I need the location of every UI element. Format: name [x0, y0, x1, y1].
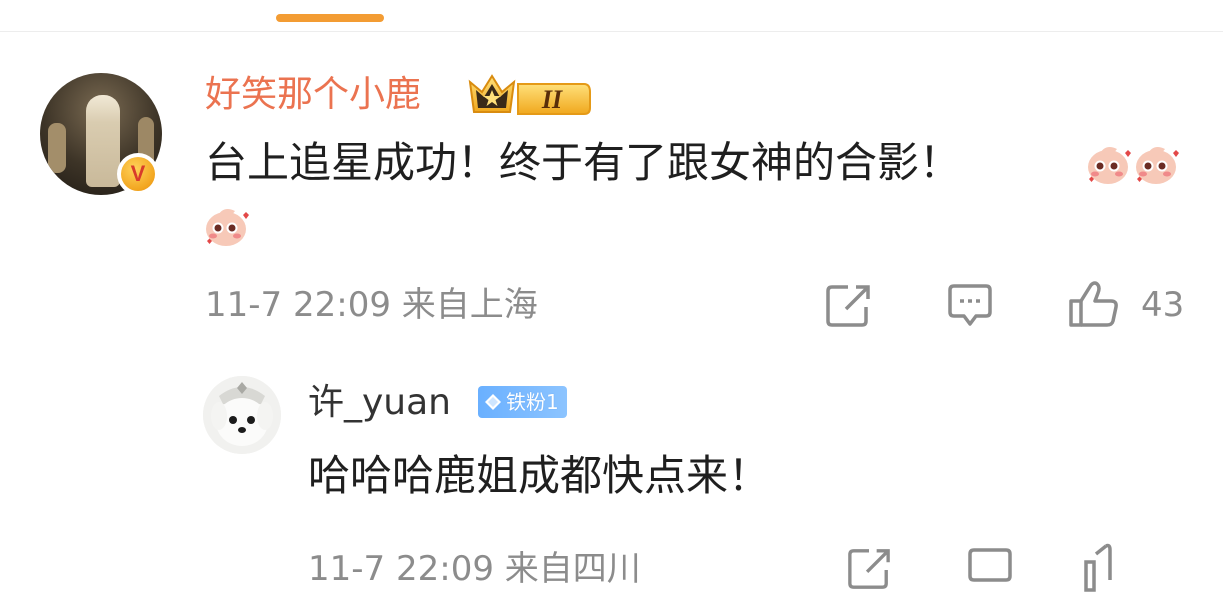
comment-username[interactable]: 好笑那个小鹿: [205, 73, 421, 117]
divider: [0, 31, 1223, 32]
cropped-actions-area: [960, 542, 1223, 597]
comment-icon[interactable]: [946, 282, 994, 328]
crown-level-badge-icon: II: [468, 74, 591, 115]
blush-emoji-icon: [1088, 147, 1131, 184]
active-tab-indicator: [276, 14, 384, 22]
share-icon[interactable]: [824, 283, 872, 329]
dog-avatar-icon: [203, 376, 281, 454]
like-count: 43: [1141, 285, 1185, 325]
fan-badge-label: 铁粉1: [506, 390, 559, 414]
badge-level-text: II: [541, 85, 563, 114]
blush-emoji-icon: [206, 209, 249, 246]
share-icon[interactable]: [846, 547, 892, 591]
diamond-icon: [485, 394, 501, 410]
avatar-figure: [48, 123, 66, 173]
reply-text: 哈哈哈鹿姐成都快点来！: [308, 451, 771, 500]
reply-username[interactable]: 许_yuan: [308, 381, 451, 425]
blush-emoji-icon: [1136, 147, 1179, 184]
avatar-figure: [86, 95, 120, 187]
reply-avatar[interactable]: [203, 376, 281, 454]
reply-meta: 11-7 22:09 来自四川: [308, 549, 641, 589]
comment-meta: 11-7 22:09 来自上海: [205, 285, 538, 325]
like-thumb-icon[interactable]: [1067, 279, 1121, 329]
comment-text: 台上追星成功！终于有了跟女神的合影！: [205, 138, 962, 187]
verified-v-badge-icon: V: [117, 153, 159, 195]
fan-badge: 铁粉1: [478, 386, 567, 418]
comment-icon[interactable]: [960, 542, 1223, 597]
